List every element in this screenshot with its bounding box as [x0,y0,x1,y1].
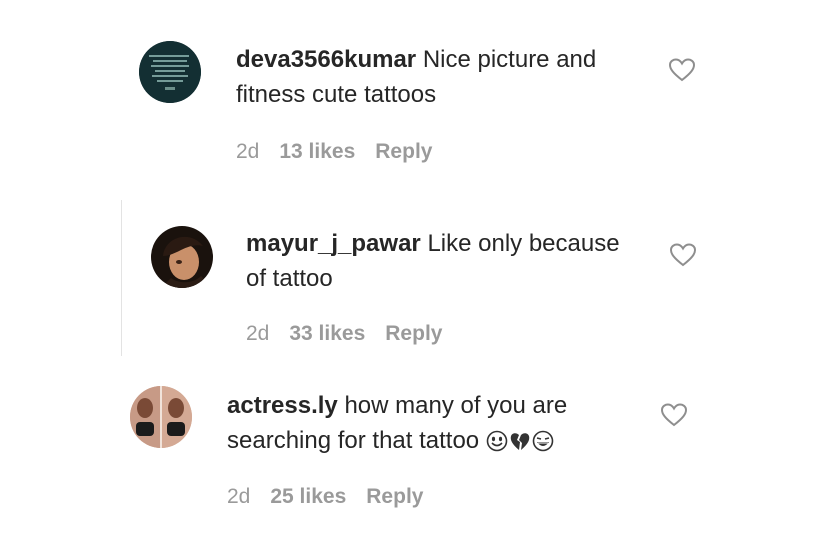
likes-count[interactable]: 25 likes [270,485,346,509]
reply-button[interactable]: Reply [375,140,432,164]
timestamp[interactable]: 2d [246,322,269,346]
comment-text-line-2: fitness cute tattoos [236,81,437,108]
username[interactable]: deva3566kumar [236,46,416,73]
laughing-face-emoji [532,430,554,452]
comment-text: actress.ly how many of you are searching… [227,388,647,458]
reply-button[interactable]: Reply [366,485,423,509]
comment-text-line-2: searching for that tattoo [227,427,480,454]
likes-count[interactable]: 33 likes [289,322,365,346]
timestamp[interactable]: 2d [236,140,259,164]
thread-line [121,200,122,356]
avatar[interactable] [139,41,201,103]
heart-outline-icon[interactable] [669,58,695,82]
heart-outline-icon[interactable] [661,403,687,427]
timestamp[interactable]: 2d [227,485,250,509]
emoji-group [486,430,554,452]
avatar[interactable] [130,386,192,448]
avatar-twin-photo [130,386,192,448]
heart-outline-icon[interactable] [670,243,696,267]
comment-meta: 2d 13 likes Reply [236,140,452,164]
avatar-dark-quote-image [139,41,201,103]
comment-meta: 2d 33 likes Reply [246,322,462,346]
comment-text-line-2: of tattoo [246,265,333,292]
comment-text: deva3566kumar Nice picture and fitness c… [236,42,646,112]
comment-meta: 2d 25 likes Reply [227,485,443,509]
comment-text-line-1: Like only because [427,230,620,257]
username[interactable]: mayur_j_pawar [246,230,421,257]
broken-heart-emoji [510,433,530,450]
username[interactable]: actress.ly [227,392,338,419]
comment-text-line-1: how many of you are [344,392,568,419]
comment-text-line-1: Nice picture and [422,46,597,73]
smile-face-emoji [486,430,508,452]
avatar-portrait-photo [151,226,213,288]
reply-button[interactable]: Reply [385,322,442,346]
likes-count[interactable]: 13 likes [279,140,355,164]
comment-text: mayur_j_pawar Like only because of tatto… [246,226,656,296]
avatar[interactable] [151,226,213,288]
